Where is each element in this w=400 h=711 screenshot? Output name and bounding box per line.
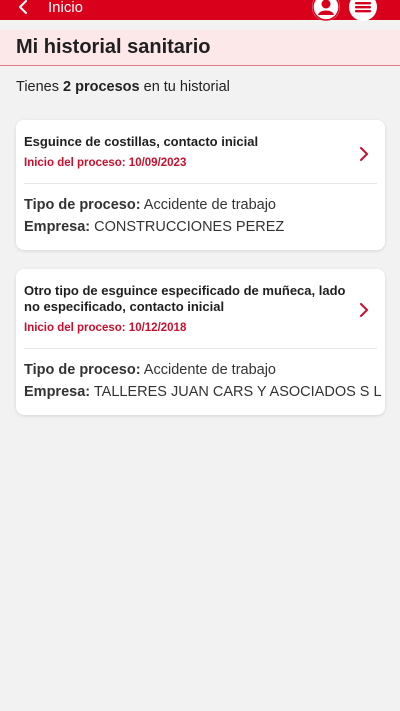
process-type-value: Accidente de trabajo xyxy=(143,362,276,378)
user-icon xyxy=(312,0,340,21)
company-value: TALLERES JUAN CARS Y ASOCIADOS S L xyxy=(93,384,382,400)
process-summary: Tienes 2 procesos en tu historial xyxy=(16,79,230,95)
company-label: Empresa: xyxy=(24,384,91,400)
summary-prefix: Tienes xyxy=(16,79,59,95)
summary-count: 2 procesos xyxy=(63,79,140,95)
process-card[interactable]: Otro tipo de esguince especificado de mu… xyxy=(16,269,385,415)
company-value: CONSTRUCCIONES PEREZ xyxy=(94,219,285,235)
process-card-header: Esguince de costillas, contacto inicial … xyxy=(16,120,385,170)
top-bar: Inicio xyxy=(0,0,400,21)
process-start-date: Inicio del proceso: 10/09/2023 xyxy=(24,157,187,169)
back-button[interactable]: Inicio xyxy=(18,0,83,17)
process-title: Otro tipo de esguince especificado de mu… xyxy=(24,283,346,314)
title-bar: Mi historial sanitario xyxy=(0,30,400,66)
menu-button[interactable] xyxy=(349,0,377,21)
menu-icon xyxy=(350,0,376,20)
process-type-label: Tipo de proceso: xyxy=(24,362,141,378)
summary-suffix: en tu historial xyxy=(143,79,230,95)
company-row: Empresa: TALLERES JUAN CARS Y ASOCIADOS … xyxy=(24,381,382,403)
chevron-right-icon[interactable] xyxy=(359,303,369,317)
company-label: Empresa: xyxy=(24,219,91,235)
process-card-body: Tipo de proceso: Accidente de trabajo Em… xyxy=(16,184,385,250)
process-card-header: Otro tipo de esguince especificado de mu… xyxy=(16,269,385,335)
page-title: Mi historial sanitario xyxy=(16,36,211,58)
process-type-row: Tipo de proceso: Accidente de trabajo xyxy=(24,194,377,216)
process-start-date: Inicio del proceso: 10/12/2018 xyxy=(24,322,187,334)
company-row: Empresa: CONSTRUCCIONES PEREZ xyxy=(24,216,377,238)
process-type-row: Tipo de proceso: Accidente de trabajo xyxy=(24,359,377,381)
process-card-body: Tipo de proceso: Accidente de trabajo Em… xyxy=(16,349,385,415)
chevron-left-icon xyxy=(19,0,27,14)
profile-button[interactable] xyxy=(312,0,340,21)
process-title: Esguince de costillas, contacto inicial xyxy=(24,134,259,149)
back-label: Inicio xyxy=(48,0,84,16)
process-type-label: Tipo de proceso: xyxy=(24,197,141,213)
process-type-value: Accidente de trabajo xyxy=(143,197,276,213)
chevron-right-icon[interactable] xyxy=(359,147,369,161)
process-card[interactable]: Esguince de costillas, contacto inicial … xyxy=(16,120,385,250)
